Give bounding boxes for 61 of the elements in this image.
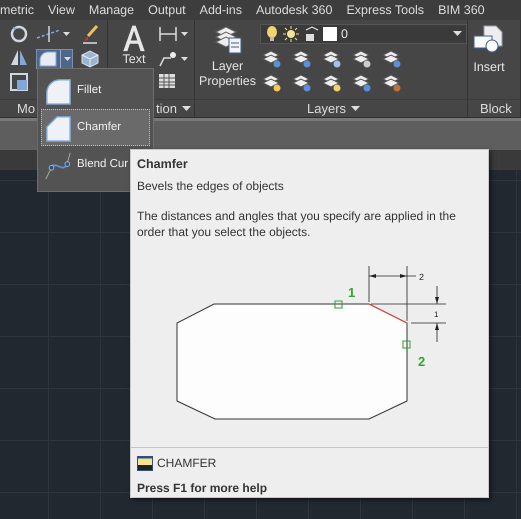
text-icon bbox=[121, 24, 147, 52]
menu-item[interactable]: Fillet bbox=[41, 72, 150, 109]
panel-title[interactable]: Layers bbox=[195, 99, 467, 117]
padlock-icon bbox=[303, 26, 319, 42]
layer-tool-icon[interactable] bbox=[292, 74, 312, 92]
insert-button[interactable]: Insert bbox=[472, 24, 506, 99]
chamfer-line bbox=[368, 303, 408, 324]
tooltip-description: The distances and angles that you specify are applied in the order that you select the objects. bbox=[137, 208, 457, 240]
menu-tab[interactable]: Manage bbox=[88, 0, 134, 20]
pick-label: 2 bbox=[418, 354, 426, 369]
dimension-label: 1 bbox=[434, 310, 438, 319]
scale-icon[interactable] bbox=[9, 72, 29, 92]
menu-tab[interactable]: Express Tools bbox=[346, 0, 424, 20]
color-swatch bbox=[323, 27, 337, 41]
layer-tool-icon[interactable] bbox=[262, 50, 282, 68]
tooltip-summary: Bevels the edges of objects bbox=[137, 178, 285, 194]
layer-dropdown[interactable]: 0 bbox=[260, 24, 467, 44]
blend-curve-icon bbox=[44, 150, 72, 178]
chamfer-icon bbox=[44, 114, 72, 142]
layer-tool-icon[interactable] bbox=[292, 50, 312, 68]
layer-tool-icon[interactable] bbox=[352, 50, 372, 68]
layer-tool-icon[interactable] bbox=[262, 74, 282, 92]
menu-tab[interactable]: BIM 360 bbox=[438, 0, 485, 20]
command-icon bbox=[137, 456, 153, 470]
layer-tool-icon[interactable] bbox=[382, 50, 402, 68]
menu-tab[interactable]: Add-ins bbox=[200, 0, 242, 20]
layer-tool-icon[interactable] bbox=[352, 74, 372, 92]
dimension-arrow bbox=[435, 286, 439, 342]
panel-title[interactable]: Block bbox=[468, 99, 520, 117]
help-hint: Press F1 for more help bbox=[137, 480, 268, 497]
layer-tool-icon[interactable] bbox=[322, 50, 342, 68]
caret-icon bbox=[64, 57, 71, 61]
layer-properties-button[interactable]: Layer Properties bbox=[199, 24, 256, 99]
command-name: CHAMFER bbox=[157, 455, 216, 472]
dimension-label: 2 bbox=[419, 272, 424, 282]
layer-tool-icon[interactable] bbox=[322, 74, 342, 92]
rotate-icon[interactable] bbox=[9, 24, 29, 44]
menu-tab[interactable]: View bbox=[48, 0, 75, 20]
pick-point-marker bbox=[334, 300, 342, 308]
mirror-icon[interactable] bbox=[9, 48, 29, 68]
dimension-icon[interactable] bbox=[158, 24, 188, 44]
layer-tool-icon[interactable] bbox=[382, 74, 402, 92]
text-button[interactable]: Text bbox=[121, 24, 147, 67]
menu-tab[interactable]: Output bbox=[148, 0, 186, 20]
pick-point-marker bbox=[402, 340, 410, 348]
trim-icon[interactable] bbox=[36, 24, 72, 44]
dimension-arrow bbox=[368, 274, 416, 278]
split-button[interactable] bbox=[36, 49, 73, 69]
extension-line bbox=[410, 322, 446, 324]
lightbulb-icon bbox=[265, 26, 279, 42]
menu-item[interactable]: Chamfer bbox=[41, 109, 150, 146]
menu-tab[interactable]: Autodesk 360 bbox=[256, 0, 332, 20]
menu-tab[interactable]: metric bbox=[0, 0, 34, 20]
sun-icon bbox=[283, 26, 299, 42]
pick-label: 1 bbox=[348, 285, 356, 300]
fillet-icon bbox=[44, 76, 72, 104]
box-icon[interactable] bbox=[79, 48, 101, 68]
table-icon[interactable] bbox=[158, 72, 176, 90]
fillet-icon bbox=[38, 51, 58, 67]
tooltip-title: Chamfer bbox=[137, 156, 189, 172]
caret-icon bbox=[453, 31, 462, 37]
